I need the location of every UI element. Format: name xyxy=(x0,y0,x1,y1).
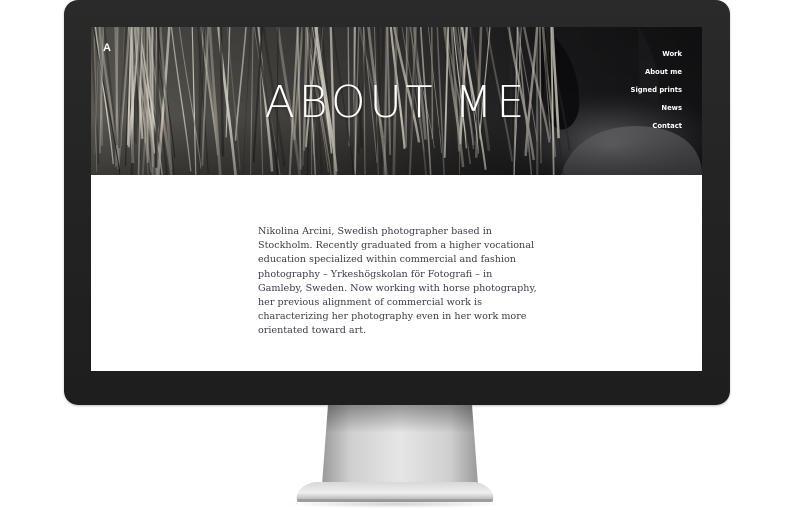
nav-item-contact[interactable]: Contact xyxy=(631,117,682,135)
page-title: ABOUT ME xyxy=(264,77,529,128)
stand-shadow xyxy=(285,500,505,508)
nav-item-work[interactable]: Work xyxy=(631,45,682,63)
main-nav: Work About me Signed prints News Contact xyxy=(631,45,682,135)
nav-item-about-me[interactable]: About me xyxy=(631,63,682,81)
hero-banner: A ABOUT ME Work About me Signed prints N… xyxy=(91,27,702,175)
nav-item-news[interactable]: News xyxy=(631,99,682,117)
site-logo[interactable]: A xyxy=(103,42,111,54)
about-text: Nikolina Arcini, Swedish photographer ba… xyxy=(258,226,537,337)
nav-item-signed-prints[interactable]: Signed prints xyxy=(631,81,682,99)
monitor-stand-neck xyxy=(322,405,478,485)
monitor-screen: A ABOUT ME Work About me Signed prints N… xyxy=(91,27,702,371)
monitor-bezel: A ABOUT ME Work About me Signed prints N… xyxy=(64,0,730,405)
